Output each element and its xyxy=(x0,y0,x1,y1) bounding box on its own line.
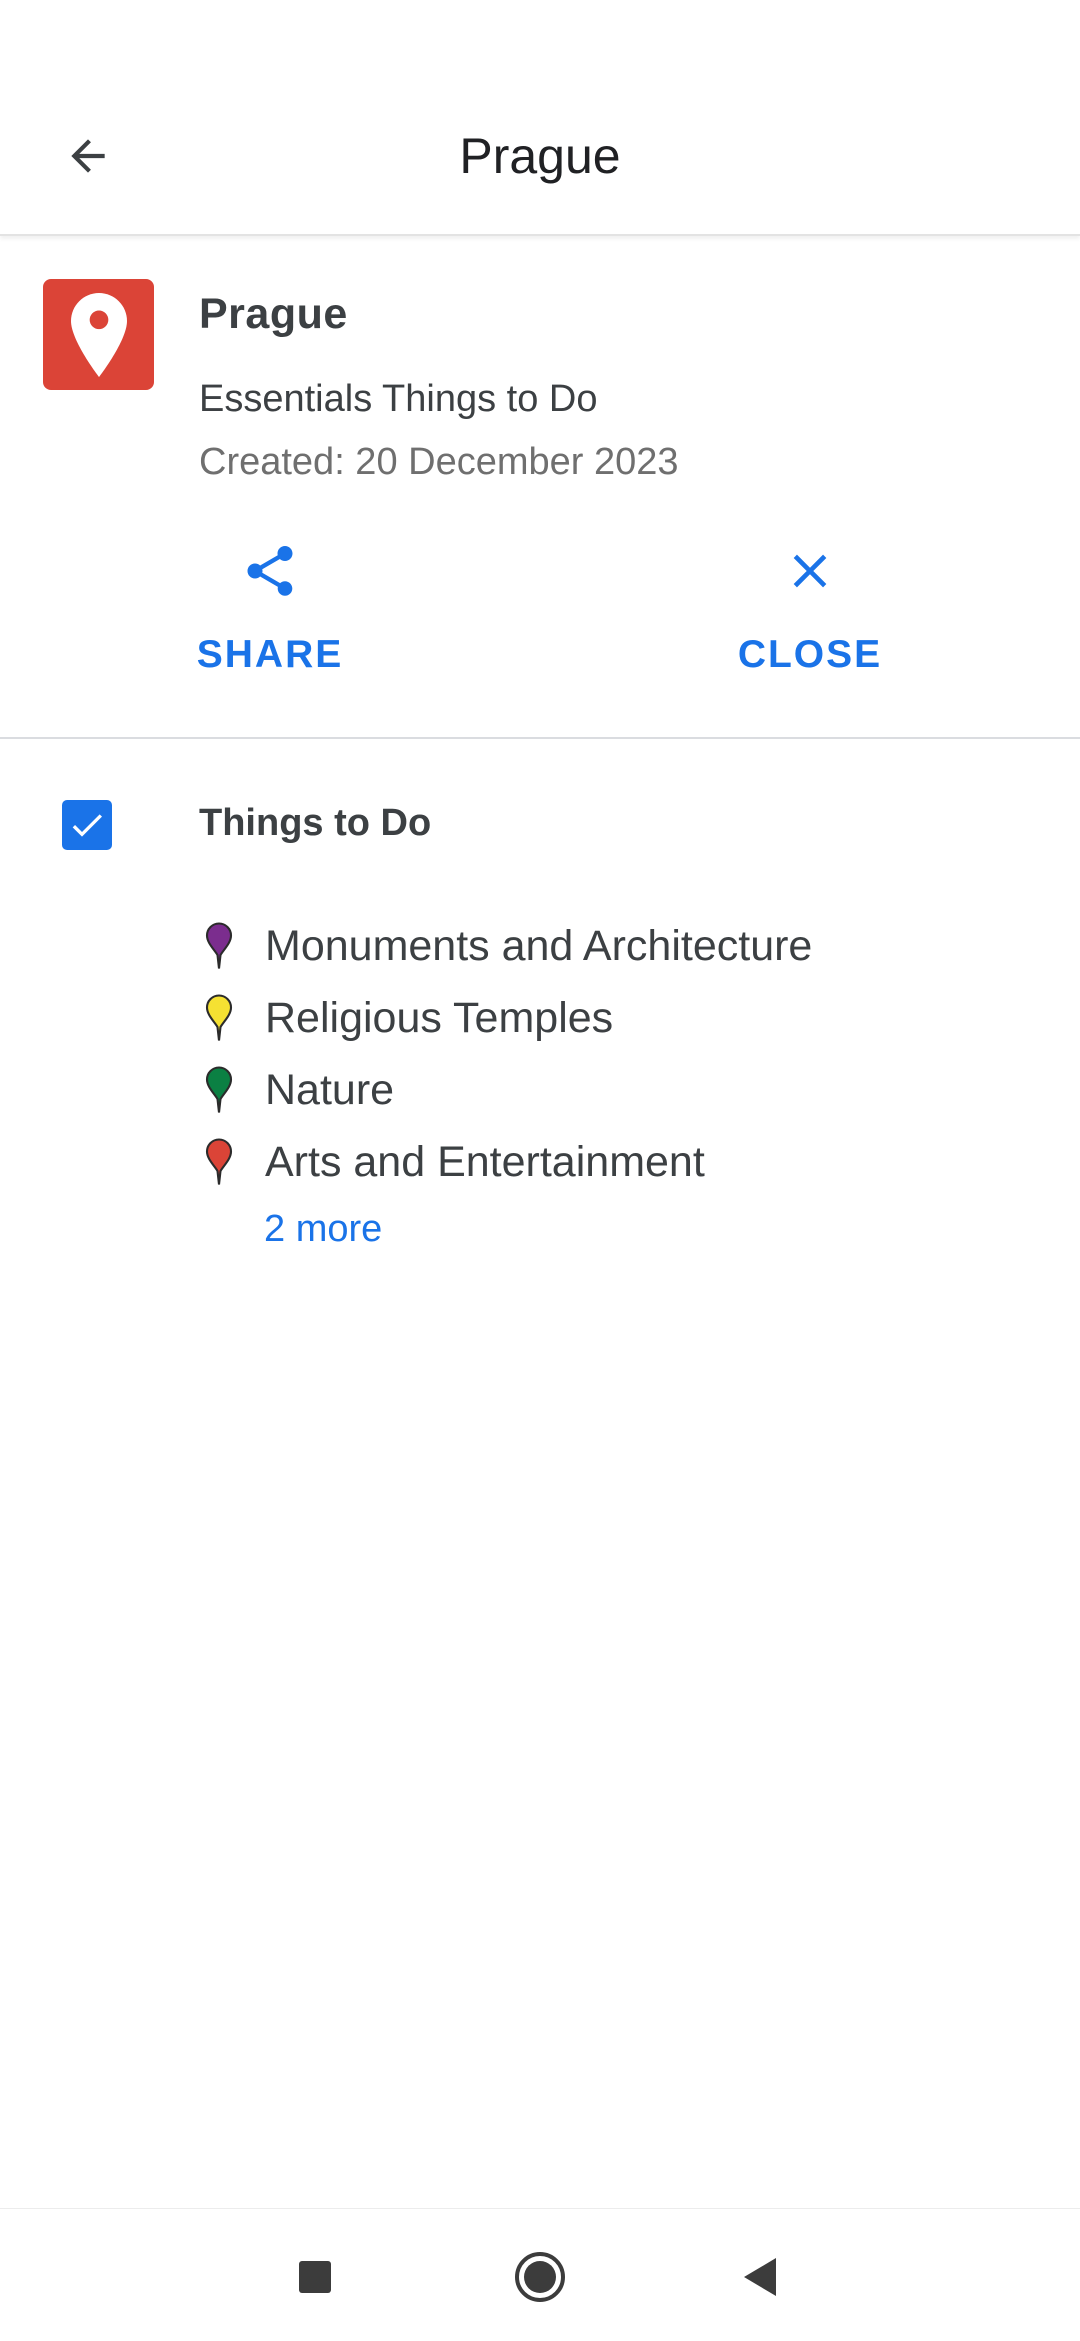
home-circle-icon xyxy=(515,2252,565,2302)
system-nav-bar xyxy=(0,2208,1080,2341)
close-button[interactable]: CLOSE xyxy=(680,535,940,695)
share-label: SHARE xyxy=(196,633,344,676)
map-created-date: Created: 20 December 2023 xyxy=(199,441,679,483)
close-icon xyxy=(793,554,827,588)
recents-square-icon xyxy=(299,2261,331,2293)
green-pin-icon xyxy=(205,1066,233,1113)
layer-title: Things to Do xyxy=(199,802,432,844)
app-bar: Prague xyxy=(0,0,1080,236)
map-description: Essentials Things to Do xyxy=(199,378,598,420)
nav-back-button[interactable] xyxy=(720,2237,800,2317)
share-button[interactable]: SHARE xyxy=(140,535,400,695)
map-name: Prague xyxy=(199,290,348,338)
legend-item-temples[interactable]: Religious Temples xyxy=(199,982,1059,1054)
layer-visibility-checkbox[interactable] xyxy=(62,800,112,850)
show-more-link[interactable]: 2 more xyxy=(264,1208,382,1251)
legend-label: Religious Temples xyxy=(265,993,614,1042)
share-icon xyxy=(247,546,293,596)
page-title: Prague xyxy=(459,128,621,184)
map-pin-icon xyxy=(70,292,127,377)
yellow-pin-icon xyxy=(205,994,233,1041)
home-button[interactable] xyxy=(500,2237,580,2317)
back-triangle-icon xyxy=(744,2258,776,2296)
recents-button[interactable] xyxy=(275,2237,355,2317)
layer-legend: Monuments and Architecture Religious Tem… xyxy=(199,910,1059,1198)
legend-item-monuments[interactable]: Monuments and Architecture xyxy=(199,910,1059,982)
map-thumbnail xyxy=(43,279,154,390)
checkmark-icon xyxy=(72,814,102,837)
section-divider xyxy=(0,737,1080,739)
legend-item-nature[interactable]: Nature xyxy=(199,1054,1059,1126)
legend-item-arts[interactable]: Arts and Entertainment xyxy=(199,1126,1059,1198)
close-label: CLOSE xyxy=(737,633,883,676)
legend-label: Arts and Entertainment xyxy=(265,1137,705,1186)
red-pin-icon xyxy=(205,1138,233,1185)
legend-label: Monuments and Architecture xyxy=(265,921,813,970)
purple-pin-icon xyxy=(205,922,233,969)
legend-label: Nature xyxy=(265,1065,395,1114)
